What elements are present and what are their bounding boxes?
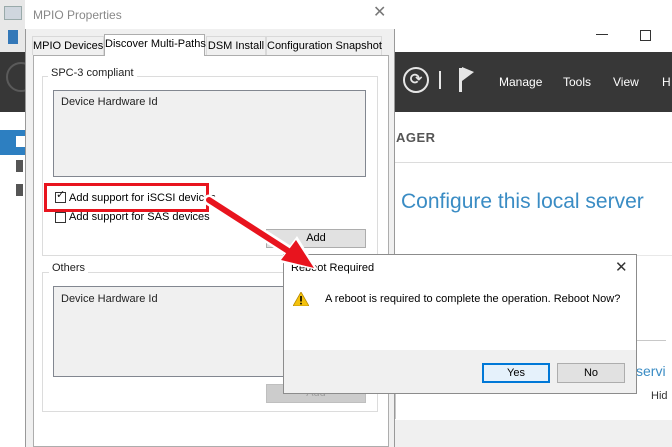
horizontal-scrollbar[interactable] <box>395 420 672 447</box>
menu-view[interactable]: View <box>613 75 639 89</box>
local-server-icon[interactable] <box>16 160 23 172</box>
tab-dsm-install[interactable]: DSM Install <box>206 36 266 55</box>
close-icon[interactable]: ✕ <box>373 5 386 21</box>
breadcrumb-band <box>395 112 672 163</box>
menu-manage[interactable]: Manage <box>499 75 542 89</box>
hide-link[interactable]: Hid <box>651 390 668 402</box>
spc3-add-button[interactable]: Add <box>266 229 366 248</box>
annotation-highlight-box <box>44 183 209 212</box>
minimize-icon[interactable] <box>596 34 608 35</box>
reboot-dialog-title: Reboot Required <box>291 262 375 274</box>
server-manager-titlebar <box>395 25 672 53</box>
desktop-computer-icon[interactable] <box>4 6 22 20</box>
warning-icon <box>293 292 309 306</box>
services-link[interactable]: servi <box>636 363 666 379</box>
reboot-close-icon[interactable]: ✕ <box>615 258 628 276</box>
spc3-list-header: Device Hardware Id <box>61 96 158 108</box>
desktop-app-icon[interactable] <box>8 30 18 44</box>
breadcrumb: AGER <box>396 130 436 145</box>
yes-button[interactable]: Yes <box>482 363 550 383</box>
maximize-icon[interactable] <box>640 30 651 41</box>
header-separator <box>439 71 441 89</box>
no-button[interactable]: No <box>557 363 625 383</box>
menu-tools[interactable]: Tools <box>563 75 591 89</box>
tab-configuration-snapshot[interactable]: Configuration Snapshot <box>266 36 382 55</box>
all-servers-icon[interactable] <box>16 184 23 196</box>
reboot-message: A reboot is required to complete the ope… <box>325 293 621 305</box>
tab-mpio-devices[interactable]: MPIO Devices <box>32 36 104 55</box>
others-list-header: Device Hardware Id <box>61 293 158 305</box>
tab-discover-multi-paths[interactable]: Discover Multi-Paths <box>104 34 206 56</box>
flag-cloth-icon <box>462 64 474 82</box>
menu-help[interactable]: H <box>662 75 671 89</box>
spc3-group-label: SPC-3 compliant <box>48 67 137 79</box>
dashboard-icon <box>16 136 25 147</box>
refresh-icon[interactable]: ⟳ <box>403 67 429 93</box>
configure-title: Configure this local server <box>401 190 644 213</box>
dialog-title: MPIO Properties <box>33 8 122 22</box>
sas-checkbox[interactable] <box>55 212 66 223</box>
others-group-label: Others <box>49 262 89 274</box>
sas-checkbox-label[interactable]: Add support for SAS devices <box>69 211 210 223</box>
